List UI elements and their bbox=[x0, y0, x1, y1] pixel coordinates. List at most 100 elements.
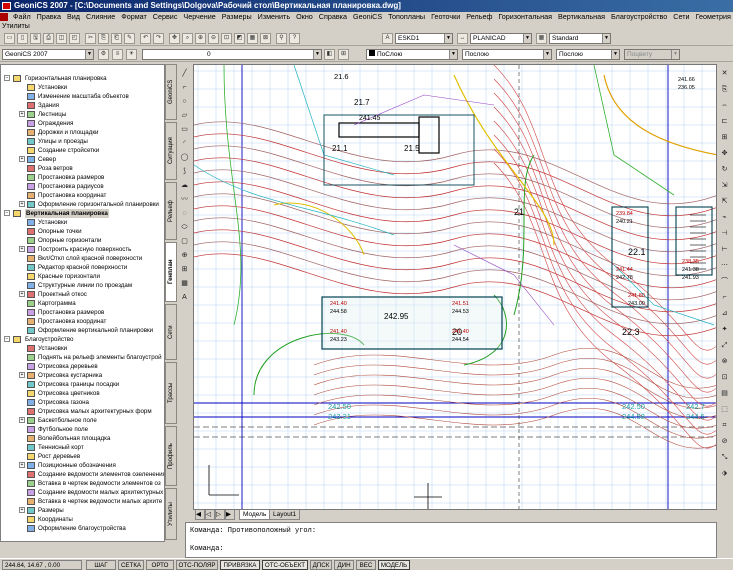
expand-icon[interactable]: + bbox=[19, 462, 25, 468]
tree-item[interactable]: Поднять на рельеф элементы благоустрой bbox=[1, 353, 164, 362]
snap-center-icon[interactable]: ⊡ bbox=[719, 372, 730, 383]
properties-icon[interactable]: ◩ bbox=[234, 33, 245, 44]
layer-select[interactable]: 0 ▼ bbox=[142, 49, 322, 60]
collapse-icon[interactable]: − bbox=[4, 210, 10, 216]
tab-3[interactable]: Генплан bbox=[165, 242, 177, 302]
table-style-select[interactable]: Standard ▼ bbox=[549, 33, 611, 44]
lengthen-icon[interactable]: ⤢ bbox=[719, 340, 730, 351]
preview-icon[interactable]: ◫ bbox=[56, 33, 67, 44]
tree-item[interactable]: Футбольное поле bbox=[1, 425, 164, 434]
menu-item-utilities[interactable]: Утилиты bbox=[2, 23, 30, 30]
save-icon[interactable]: 🖫 bbox=[30, 33, 41, 44]
tree-item[interactable]: Установки bbox=[1, 344, 164, 353]
tree-item[interactable]: Координаты bbox=[1, 515, 164, 524]
menu-item[interactable]: Геоточки bbox=[428, 12, 463, 22]
new-icon[interactable]: ▭ bbox=[4, 33, 15, 44]
tree-item[interactable]: Простановка координат bbox=[1, 191, 164, 200]
tree-item[interactable]: Простановка координат bbox=[1, 317, 164, 326]
tree-item[interactable]: + Отрисовка кустарника bbox=[1, 371, 164, 380]
point-icon[interactable]: ◌ bbox=[179, 208, 190, 219]
zoom-realtime-icon[interactable]: ⌕ bbox=[182, 33, 193, 44]
status-toggle[interactable]: МОДЕЛЬ bbox=[378, 560, 410, 570]
status-toggle[interactable]: ШАГ bbox=[86, 560, 116, 570]
expand-icon[interactable]: + bbox=[19, 372, 25, 378]
copy-icon[interactable]: ⎘ bbox=[98, 33, 109, 44]
tree-item[interactable]: + Лестницы bbox=[1, 110, 164, 119]
help-icon[interactable]: ? bbox=[289, 33, 300, 44]
open-icon[interactable]: ▯ bbox=[17, 33, 28, 44]
tree-item[interactable]: Оформление благоустройства bbox=[1, 524, 164, 533]
tree-item[interactable]: Картограмма bbox=[1, 299, 164, 308]
tree-item[interactable]: + Оформление горизонтальной планировки bbox=[1, 200, 164, 209]
tree-item[interactable]: + Проектный откос bbox=[1, 290, 164, 299]
copy-icon[interactable]: ⎘ bbox=[719, 84, 730, 95]
zoom-extents-icon[interactable]: ⊡ bbox=[221, 33, 232, 44]
tree-item[interactable]: Дорожки и площадки bbox=[1, 128, 164, 137]
tree-item[interactable]: Волейбольная площадка bbox=[1, 434, 164, 443]
circle-icon[interactable]: ◯ bbox=[179, 152, 190, 163]
text-style-select[interactable]: ESKD1 ▼ bbox=[395, 33, 453, 44]
tree-item[interactable]: + Север bbox=[1, 155, 164, 164]
menu-item[interactable]: Благоустройство bbox=[608, 12, 670, 22]
offset-icon[interactable]: ⊏ bbox=[719, 116, 730, 127]
explode-icon[interactable]: ⊿ bbox=[719, 308, 730, 319]
zoom-previous-icon[interactable]: ⊖ bbox=[208, 33, 219, 44]
collapse-icon[interactable]: − bbox=[4, 75, 10, 81]
tab-0[interactable]: GeoniCS bbox=[165, 64, 177, 120]
menu-item[interactable]: Горизонтальная bbox=[495, 12, 555, 22]
polyline-icon[interactable]: ⌐ bbox=[179, 82, 190, 93]
layout-tab[interactable]: Layout1 bbox=[269, 510, 301, 520]
snap-grid-icon[interactable]: ⌗ bbox=[719, 420, 730, 431]
tree-item[interactable]: + Баскетбольное поле bbox=[1, 416, 164, 425]
wave-icon[interactable]: 〰 bbox=[179, 194, 190, 205]
menu-item[interactable]: Файл bbox=[10, 12, 34, 22]
tree-item[interactable]: Рост деревьев bbox=[1, 452, 164, 461]
collapse-icon[interactable]: − bbox=[4, 336, 10, 342]
status-toggle[interactable]: ОТС-ОБЪЕКТ bbox=[262, 560, 308, 570]
tree-item[interactable]: + Построить красную поверхность bbox=[1, 245, 164, 254]
tree-item[interactable]: Ограждения bbox=[1, 119, 164, 128]
tree-item[interactable]: Вставка в чертеж ведомости малых архите bbox=[1, 497, 164, 506]
tree-section[interactable]: − Благоустройство bbox=[1, 335, 164, 344]
expand-icon[interactable]: + bbox=[19, 111, 25, 117]
tree-item[interactable]: Опорные точки bbox=[1, 227, 164, 236]
tree-item[interactable]: Создание ведомости элементов озеленения bbox=[1, 470, 164, 479]
pan-icon[interactable]: ✥ bbox=[169, 33, 180, 44]
revcloud-icon[interactable]: ☁ bbox=[179, 180, 190, 191]
menu-item[interactable]: Изменить bbox=[255, 12, 293, 22]
stretch-icon[interactable]: ⇱ bbox=[719, 196, 730, 207]
tool-palette-icon[interactable]: ⊠ bbox=[260, 33, 271, 44]
tree-item[interactable]: Отрисовка деревьев bbox=[1, 362, 164, 371]
mirror-icon[interactable]: ⇔ bbox=[719, 100, 730, 111]
snap-icon[interactable]: ✦ bbox=[719, 324, 730, 335]
menu-item[interactable]: Правка bbox=[34, 12, 64, 22]
layer-previous-icon[interactable]: ◧ bbox=[324, 49, 335, 60]
first-tab-icon[interactable]: ◀ bbox=[195, 510, 205, 520]
zoom-in-icon[interactable]: ⤡ bbox=[719, 452, 730, 463]
rectangle-icon[interactable]: ▭ bbox=[179, 124, 190, 135]
workspace-select[interactable]: GeoniCS 2007 ▼ bbox=[2, 49, 94, 60]
status-toggle[interactable]: ВЕС bbox=[356, 560, 376, 570]
gear-icon[interactable]: ⚙ bbox=[98, 49, 109, 60]
menu-item[interactable]: Черчение bbox=[180, 12, 218, 22]
match-properties-icon[interactable]: ✎ bbox=[124, 33, 135, 44]
layout-tab[interactable]: Модель bbox=[239, 510, 271, 520]
coordinate-readout[interactable]: 244.64, 14.67 , 0.00 bbox=[2, 560, 82, 570]
join-icon[interactable]: ⋯ bbox=[719, 260, 730, 271]
command-prompt[interactable]: Команда: bbox=[190, 545, 224, 553]
tree-item[interactable]: + Позиционные обозначения bbox=[1, 461, 164, 470]
line-icon[interactable]: ╱ bbox=[179, 68, 190, 79]
menu-item[interactable]: Справка bbox=[316, 12, 350, 22]
redo-icon[interactable]: ↷ bbox=[153, 33, 164, 44]
drawing-canvas[interactable]: 21.6 21.7 21.1 21.5 21 20 22.1 22.3 241.45 242.95… bbox=[193, 64, 717, 510]
tree-item[interactable]: Изменение масштаба объектов bbox=[1, 92, 164, 101]
menu-item[interactable]: Размеры bbox=[219, 12, 255, 22]
insert-icon[interactable]: ⊕ bbox=[179, 250, 190, 261]
tree-section[interactable]: − Горизонтальная планировка bbox=[1, 74, 164, 83]
prev-tab-icon[interactable]: ◁ bbox=[205, 510, 215, 520]
expand-icon[interactable]: + bbox=[19, 201, 25, 207]
expand-icon[interactable]: + bbox=[19, 156, 25, 162]
tree-item[interactable]: Отрисовка малых архитектурных форм bbox=[1, 407, 164, 416]
color-select[interactable]: ПоСлою ▼ bbox=[366, 49, 458, 60]
menu-item[interactable]: Сети bbox=[670, 12, 692, 22]
